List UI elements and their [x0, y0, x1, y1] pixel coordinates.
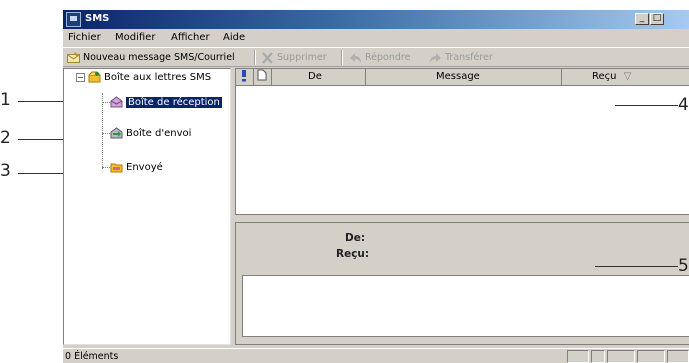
delete-icon	[262, 51, 273, 64]
column-from[interactable]: De	[272, 69, 366, 85]
callout-number-4: 4	[678, 95, 689, 115]
attachment-column-icon	[257, 69, 267, 81]
title-bar[interactable]: SMS _ □	[63, 10, 689, 29]
tree-connector	[102, 167, 110, 168]
column-received[interactable]: Reçu ▽	[562, 69, 689, 85]
sms-window: SMS _ □ Fichier Modifier Afficher Aide N…	[63, 10, 689, 363]
column-message[interactable]: Message	[366, 69, 562, 85]
callout-number-3: 3	[0, 161, 11, 181]
menu-aide[interactable]: Aide	[223, 32, 245, 43]
tree-item-sent[interactable]: Envoyé	[110, 161, 163, 175]
sent-folder-icon	[110, 163, 123, 173]
tree-item-outbox[interactable]: Boîte d'envoi	[110, 127, 191, 141]
new-message-icon	[67, 51, 80, 63]
column-attachment[interactable]	[254, 69, 272, 85]
toolbar-separator	[254, 50, 256, 65]
status-pane	[637, 350, 665, 363]
tree-expander[interactable]: −	[76, 73, 85, 82]
tree-item-outbox-label: Boîte d'envoi	[126, 128, 192, 139]
message-list-header: De Message Reçu ▽	[236, 69, 689, 86]
tree-root-label: Boîte aux lettres SMS	[104, 72, 212, 83]
menu-bar: Fichier Modifier Afficher Aide	[63, 29, 689, 46]
menu-afficher[interactable]: Afficher	[171, 32, 210, 43]
forward-label: Transférer	[445, 52, 493, 63]
message-list[interactable]: De Message Reçu ▽	[235, 68, 689, 215]
tree-item-inbox-label: Boîte de réception	[126, 97, 222, 108]
callout-number-1: 1	[0, 90, 11, 110]
outbox-icon	[110, 127, 123, 139]
minimize-button[interactable]: _	[635, 13, 649, 25]
toolbar-separator	[341, 50, 343, 65]
sms-app-icon	[66, 12, 81, 27]
reply-button[interactable]: Répondre	[349, 51, 410, 65]
maximize-button[interactable]: □	[650, 13, 664, 25]
column-priority[interactable]	[236, 69, 254, 85]
tree-connector	[102, 93, 103, 169]
tree-item-inbox[interactable]: Boîte de réception	[110, 96, 222, 110]
sort-indicator-icon: ▽	[623, 71, 632, 82]
callout-number-5: 5	[678, 256, 689, 276]
callout-line-4	[615, 105, 678, 106]
reply-label: Répondre	[365, 52, 411, 63]
new-message-button[interactable]: Nouveau message SMS/Courriel	[67, 51, 235, 65]
tree-root[interactable]: Boîte aux lettres SMS	[88, 71, 211, 85]
folder-tree: − Boîte aux lettres SMS Boîte de récepti…	[63, 68, 231, 345]
column-received-label: Reçu	[592, 71, 617, 82]
status-pane	[567, 350, 589, 363]
status-item-count: 0 Éléments	[65, 351, 119, 362]
status-pane	[667, 350, 689, 363]
status-pane	[591, 350, 605, 363]
tree-item-sent-label: Envoyé	[126, 162, 163, 173]
status-bar: 0 Éléments	[63, 348, 689, 363]
mailbox-icon	[88, 71, 101, 83]
preview-pane: De: Reçu:	[235, 222, 689, 345]
window-title: SMS	[85, 13, 110, 24]
tree-connector	[102, 133, 110, 134]
priority-icon	[242, 70, 246, 82]
preview-received-label: Reçu:	[336, 248, 370, 260]
menu-modifier[interactable]: Modifier	[115, 32, 155, 43]
reply-icon	[350, 52, 361, 63]
tree-connector	[102, 102, 110, 103]
forward-icon	[430, 52, 441, 63]
toolbar: Nouveau message SMS/Courriel Supprimer R…	[63, 47, 689, 67]
new-message-label: Nouveau message SMS/Courriel	[83, 52, 235, 63]
menu-fichier[interactable]: Fichier	[68, 32, 101, 43]
status-pane	[607, 350, 635, 363]
preview-message-body[interactable]	[242, 275, 689, 337]
inbox-icon	[110, 96, 123, 108]
delete-label: Supprimer	[277, 52, 327, 63]
forward-button[interactable]: Transférer	[429, 51, 493, 65]
callout-number-2: 2	[0, 128, 11, 148]
delete-button[interactable]: Supprimer	[261, 51, 327, 65]
preview-from-label: De:	[345, 232, 366, 244]
callout-line-5	[595, 266, 678, 267]
